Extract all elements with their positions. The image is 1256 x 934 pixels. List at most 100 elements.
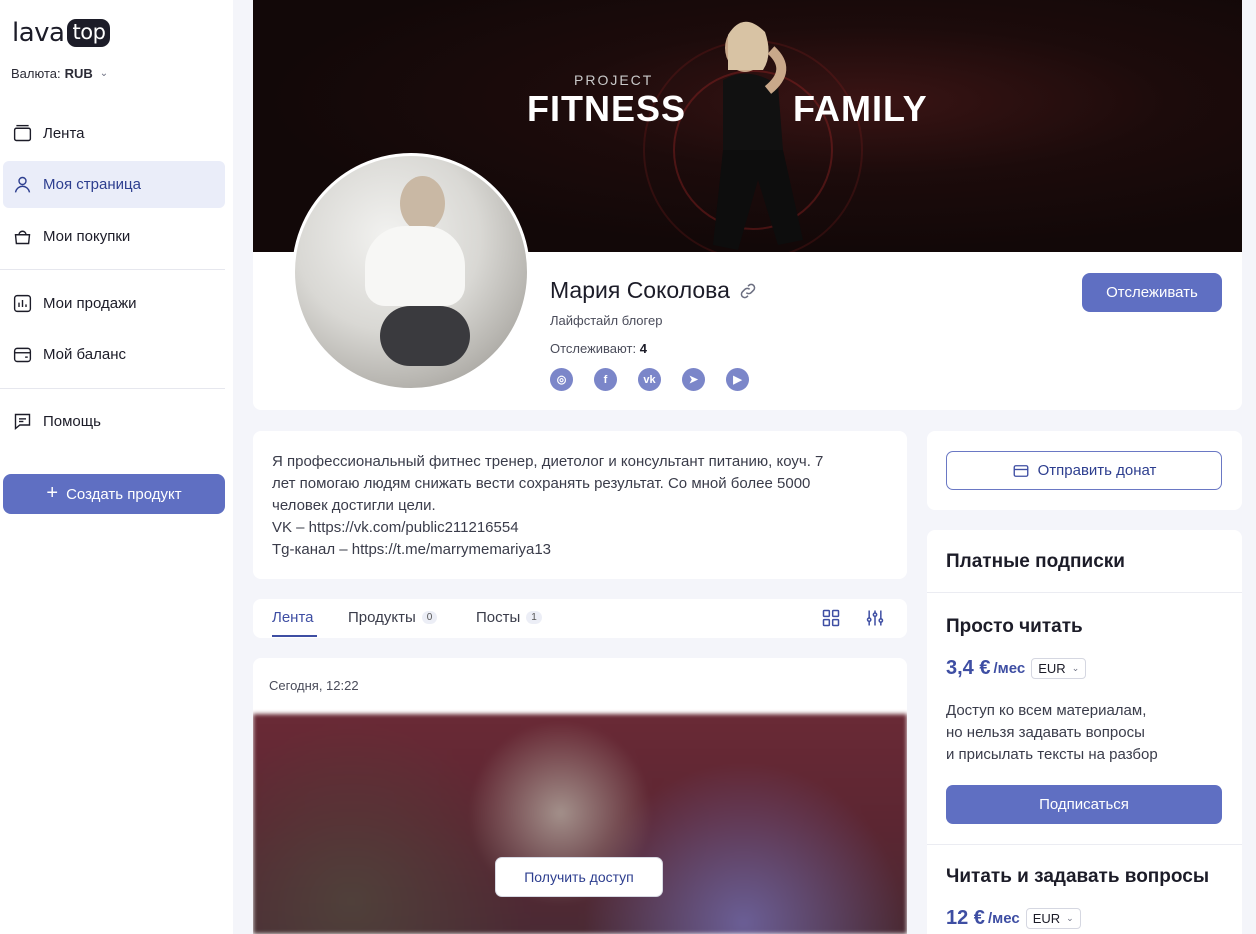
plan-description-line: Доступ ко всем материалам,	[946, 702, 1147, 719]
tab-products[interactable]: Продукты 0	[348, 609, 438, 626]
sidebar-item-balance[interactable]: Мой баланс	[3, 331, 225, 378]
sidebar-item-label: Мой баланс	[43, 346, 127, 363]
currency-value: RUB	[64, 66, 93, 81]
tab-label: Лента	[272, 609, 314, 626]
currency-select-value: EUR	[1032, 911, 1061, 926]
sidebar-item-purchases[interactable]: Мои покупки	[3, 213, 225, 260]
bag-icon	[14, 230, 31, 245]
sidebar-item-my-page[interactable]: Моя страница	[3, 161, 225, 208]
chevron-down-icon: ⌄	[1071, 663, 1080, 673]
tab-posts[interactable]: Посты 1	[476, 609, 542, 626]
follow-button[interactable]: Отслеживать	[1082, 273, 1222, 312]
avatar-shirt	[365, 226, 465, 306]
chat-icon	[14, 413, 31, 430]
about-line: лет помогаю людям снижать вести сохранят…	[272, 475, 811, 492]
sidebar-item-label: Мои покупки	[43, 228, 131, 245]
logo-text: lava	[12, 18, 65, 48]
post-card: Сегодня, 12:22 Получить доступ	[253, 658, 907, 934]
plan-description: Доступ ко всем материалам, но нельзя зад…	[946, 700, 1216, 766]
plan-name: Просто читать	[946, 616, 1083, 637]
sidebar-item-label: Моя страница	[43, 176, 141, 193]
banner-person-image	[713, 21, 803, 250]
logo-badge: top	[67, 19, 111, 47]
subscriptions-card: Платные подписки Просто читать 3,4 € /ме…	[927, 530, 1242, 934]
tab-feed[interactable]: Лента	[272, 609, 314, 626]
chevron-down-icon: ⌄	[99, 68, 109, 79]
avatar-shorts	[380, 306, 470, 366]
tab-label: Продукты	[348, 609, 416, 626]
currency-select-value: EUR	[1038, 661, 1066, 676]
plan-description-line: но нельзя задавать вопросы	[946, 724, 1145, 741]
send-donation-label: Отправить донат	[1037, 462, 1157, 479]
sidebar-divider	[0, 388, 225, 389]
followers-count: Отслеживают: 4	[550, 341, 647, 356]
create-product-label: Создать продукт	[66, 485, 182, 503]
create-product-button[interactable]: + Создать продукт	[3, 474, 225, 514]
vk-icon[interactable]: vk	[638, 368, 661, 391]
sidebar-item-feed[interactable]: Лента	[3, 110, 225, 157]
price-period: /мес	[987, 910, 1020, 927]
filter-icon[interactable]	[865, 608, 885, 628]
currency-select[interactable]: EUR ⌄	[1031, 658, 1087, 679]
about-line: человек достигли цели.	[272, 497, 436, 514]
currency-selector[interactable]: Валюта: RUB ⌄	[11, 66, 108, 81]
about-section: Я профессиональный фитнес тренер, диетол…	[253, 431, 907, 579]
currency-label: Валюта:	[11, 66, 61, 81]
profile-name: Мария Соколова	[550, 277, 758, 304]
sidebar-item-sales[interactable]: Мои продажи	[3, 280, 225, 327]
feed-icon	[13, 124, 32, 142]
grid-view-icon[interactable]	[821, 608, 841, 628]
content-tabs: Лента Продукты 0 Посты 1	[253, 599, 907, 638]
subscriptions-divider	[927, 844, 1242, 845]
get-access-button[interactable]: Получить доступ	[495, 857, 663, 897]
followers-label: Отслеживают:	[550, 341, 637, 356]
chevron-down-icon: ⌄	[1066, 913, 1074, 923]
avatar	[292, 153, 530, 391]
banner-fitness-text: FITNESS	[527, 88, 687, 129]
subscriptions-divider	[927, 592, 1242, 593]
price-period: /мес	[993, 660, 1026, 677]
chart-icon	[13, 294, 32, 313]
sidebar-item-label: Помощь	[43, 413, 101, 430]
link-icon[interactable]	[738, 281, 758, 301]
plan-description-line: и присылать тексты на разбор	[946, 746, 1158, 763]
plan-price: 12 € /мес EUR ⌄	[946, 907, 1081, 930]
user-icon	[14, 176, 31, 193]
about-link-vk[interactable]: VK – https://vk.com/public211216554	[272, 517, 888, 539]
about-link-telegram[interactable]: Tg-канал – https://t.me/marrymemariya13	[272, 539, 888, 561]
profile-name-text: Мария Соколова	[550, 277, 730, 303]
plan-price: 3,4 € /мес EUR ⌄	[946, 657, 1087, 680]
facebook-icon[interactable]: f	[594, 368, 617, 391]
post-date: Сегодня, 12:22	[269, 678, 359, 693]
card-icon	[1013, 464, 1029, 477]
about-line: Я профессиональный фитнес тренер, диетол…	[272, 453, 824, 470]
subscribe-button[interactable]: Подписаться	[946, 785, 1222, 824]
wallet-icon	[13, 347, 32, 363]
banner-project-text: PROJECT	[574, 72, 654, 88]
instagram-icon[interactable]: ◎	[550, 368, 573, 391]
post-blurred-image	[253, 714, 907, 934]
followers-value: 4	[639, 341, 647, 356]
logo[interactable]: lava top	[12, 18, 111, 48]
sidebar: lava top Валюта: RUB ⌄ Лента Моя страниц…	[0, 0, 233, 934]
telegram-icon[interactable]: ➤	[682, 368, 705, 391]
profile-role: Лайфстайл блогер	[550, 313, 663, 328]
plan-name: Читать и задавать вопросы	[946, 866, 1210, 887]
tab-active-indicator	[272, 635, 317, 637]
tab-count: 0	[421, 611, 438, 624]
currency-select[interactable]: EUR ⌄	[1025, 908, 1081, 929]
price-amount: 3,4 €	[946, 657, 991, 679]
youtube-icon[interactable]: ▶	[726, 368, 749, 391]
price-amount: 12 €	[946, 907, 985, 929]
donate-card: Отправить донат	[927, 431, 1242, 510]
send-donation-button[interactable]: Отправить донат	[946, 451, 1222, 490]
sidebar-item-label: Мои продажи	[43, 295, 137, 312]
sidebar-item-label: Лента	[43, 125, 85, 142]
social-links: ◎ f vk ➤ ▶	[550, 368, 749, 391]
tab-count: 1	[526, 611, 542, 624]
avatar-hair	[400, 176, 445, 231]
tab-label: Посты	[476, 609, 521, 626]
subscriptions-title: Платные подписки	[946, 551, 1125, 572]
sidebar-item-help[interactable]: Помощь	[3, 398, 225, 445]
sidebar-divider	[0, 269, 225, 270]
